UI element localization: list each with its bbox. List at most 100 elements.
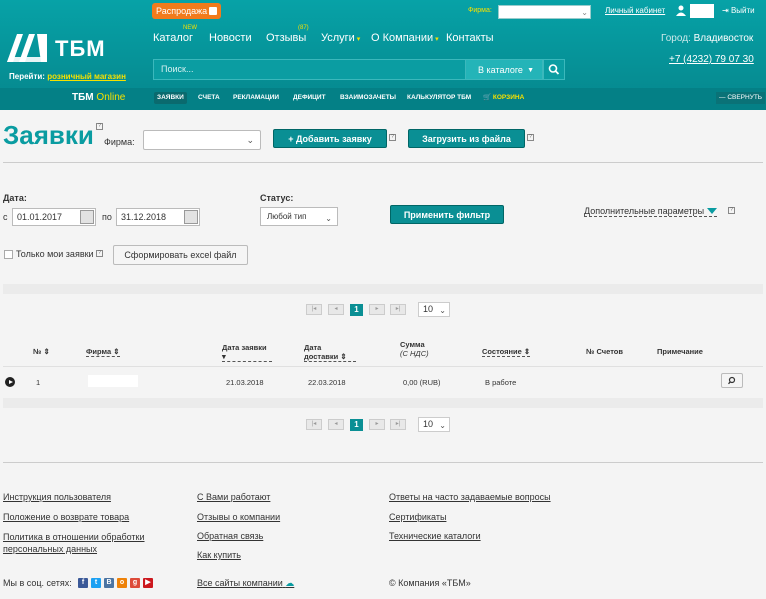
retail-shop-link[interactable]: розничный магазин — [47, 72, 126, 81]
google-plus-icon[interactable]: g — [130, 578, 140, 588]
help-icon[interactable]: ? — [389, 134, 396, 141]
exit-icon: ⇥ — [722, 6, 729, 15]
footer-link-faq[interactable]: Ответы на часто задаваемые вопросы — [389, 492, 551, 502]
last-page-icon[interactable]: ▸| — [390, 419, 406, 430]
help-icon[interactable]: ? — [96, 123, 103, 130]
basket-icon: 🛒 — [483, 94, 492, 101]
footer-link-privacy[interactable]: Политика в отношении обработки персональ… — [3, 531, 163, 555]
divider — [3, 284, 763, 294]
sale-button[interactable]: Распродажа — [152, 3, 221, 19]
footer-link-reviews[interactable]: Отзывы о компании — [197, 512, 280, 522]
th-sum: Сумма (С НДС) — [400, 340, 429, 358]
th-firm[interactable]: Фирма ⇕ — [86, 347, 120, 357]
tbm-online-brand: ТБМ Online — [72, 92, 126, 103]
nav-company[interactable]: О Компании ▾ — [371, 32, 439, 44]
current-page[interactable]: 1 — [350, 304, 363, 316]
calendar-icon[interactable] — [80, 210, 94, 224]
excel-export-button[interactable]: Сформировать excel файл — [113, 245, 248, 265]
search-input[interactable]: Поиск... — [153, 59, 466, 80]
user-name-box — [690, 4, 714, 18]
help-icon[interactable]: ? — [527, 134, 534, 141]
twitter-icon[interactable]: t — [91, 578, 101, 588]
th-state[interactable]: Состояние ⇕ — [482, 347, 531, 357]
nav-contacts[interactable]: Контакты — [446, 32, 494, 44]
tab-invoices[interactable]: СЧЕТА — [195, 92, 223, 104]
footer-link-manual[interactable]: Инструкция пользователя — [3, 492, 111, 502]
table-row[interactable]: 1 21.03.2018 22.03.2018 0,00 (RUB) В раб… — [3, 368, 763, 398]
footer-link-certificates[interactable]: Сертификаты — [389, 512, 446, 522]
divider — [3, 398, 763, 408]
search-scope-select[interactable]: В каталоге ▼ — [465, 59, 543, 80]
status-label: Статус: — [260, 193, 294, 203]
th-date-delivery[interactable]: Дата доставки ⇕ — [304, 343, 356, 362]
calendar-icon[interactable] — [184, 210, 198, 224]
firm-label: Фирма: — [104, 137, 135, 147]
date-from-input[interactable]: 01.01.2017 — [12, 208, 96, 226]
city-selector[interactable]: Город: Владивосток — [661, 33, 753, 44]
more-params-toggle[interactable]: Дополнительные параметры — [584, 206, 718, 217]
tab-requests[interactable]: ЗАЯВКИ — [154, 92, 187, 104]
cabinet-link[interactable]: Личный кабинет — [605, 6, 665, 15]
tab-deficit[interactable]: ДЕФИЦИТ — [290, 92, 329, 104]
prev-page-icon[interactable]: ◂ — [328, 304, 344, 315]
chevron-down-icon: ⌄ — [439, 421, 446, 430]
facebook-icon[interactable]: f — [78, 578, 88, 588]
th-invoices: № Счетов — [586, 347, 623, 356]
footer-link-managers[interactable]: С Вами работают — [197, 492, 270, 502]
nav-news[interactable]: Новости — [209, 32, 252, 44]
footer-link-how-to-buy[interactable]: Как купить — [197, 550, 241, 560]
prev-page-icon[interactable]: ◂ — [328, 419, 344, 430]
only-mine-checkbox[interactable] — [4, 250, 13, 259]
sort-icon: ⇕ — [113, 347, 120, 356]
nav-services[interactable]: Услуги ▾ — [321, 32, 360, 44]
divider — [3, 462, 763, 463]
sale-icon — [209, 7, 217, 15]
current-page[interactable]: 1 — [350, 419, 363, 431]
tab-claims[interactable]: РЕКЛАМАЦИИ — [230, 92, 282, 104]
logo[interactable]: ТБМ — [5, 32, 111, 64]
footer-link-returns[interactable]: Положение о возврате товара — [3, 512, 129, 522]
tab-offsets[interactable]: ВЗАИМОЗАЧЕТЫ — [337, 92, 399, 104]
cloud-icon: ☁ — [285, 578, 295, 588]
tab-basket[interactable]: 🛒 КОРЗИНА — [480, 92, 527, 104]
odnoklassniki-icon[interactable]: o — [117, 578, 127, 588]
tab-calculator[interactable]: КАЛЬКУЛЯТОР ТБМ — [404, 92, 474, 104]
help-icon[interactable]: ? — [728, 207, 735, 214]
date-to-input[interactable]: 31.12.2018 — [116, 208, 200, 226]
chevron-down-icon: ⌄ — [581, 8, 588, 17]
header-firm-label: Фирма: — [468, 7, 492, 14]
header-firm-select[interactable]: ⌄ — [498, 5, 591, 19]
help-icon[interactable]: ? — [96, 250, 103, 257]
search-button[interactable] — [543, 59, 565, 80]
footer-link-catalogs[interactable]: Технические каталоги — [389, 531, 481, 541]
exit-link[interactable]: ⇥ Выйти — [722, 6, 755, 15]
expand-row-icon[interactable] — [5, 377, 15, 387]
chevron-down-icon: ⌄ — [325, 214, 332, 223]
upload-file-button[interactable]: Загрузить из файла — [408, 129, 525, 148]
view-request-button[interactable] — [721, 373, 743, 388]
all-sites-link[interactable]: Все сайты компании ☁ — [197, 578, 294, 589]
page-size-select[interactable]: 10 ⌄ — [418, 417, 450, 432]
next-page-icon[interactable]: ▸ — [369, 304, 385, 315]
youtube-icon[interactable]: ▶ — [143, 578, 153, 588]
th-num[interactable]: № ⇕ — [33, 347, 50, 356]
last-page-icon[interactable]: ▸| — [390, 304, 406, 315]
next-page-icon[interactable]: ▸ — [369, 419, 385, 430]
date-from-label: с — [3, 212, 8, 222]
status-select[interactable]: Любой тип ⌄ — [260, 207, 338, 226]
footer-link-feedback[interactable]: Обратная связь — [197, 531, 263, 541]
reviews-count-badge: (87) — [298, 25, 309, 31]
phone-link[interactable]: +7 (4232) 79 07 30 — [669, 54, 754, 65]
user-icon — [676, 5, 686, 16]
first-page-icon[interactable]: |◂ — [306, 304, 322, 315]
nav-catalog[interactable]: Каталог NEW — [153, 25, 197, 44]
collapse-button[interactable]: — СВЕРНУТЬ — [716, 92, 766, 104]
first-page-icon[interactable]: |◂ — [306, 419, 322, 430]
add-request-button[interactable]: + Добавить заявку — [273, 129, 387, 148]
vk-icon[interactable]: B — [104, 578, 114, 588]
nav-reviews[interactable]: Отзывы (87) — [266, 25, 309, 44]
firm-select[interactable]: ⌄ — [143, 130, 261, 150]
apply-filter-button[interactable]: Применить фильтр — [390, 205, 504, 224]
th-date-request[interactable]: Дата заявки ▾ — [222, 343, 272, 362]
page-size-select[interactable]: 10 ⌄ — [418, 302, 450, 317]
